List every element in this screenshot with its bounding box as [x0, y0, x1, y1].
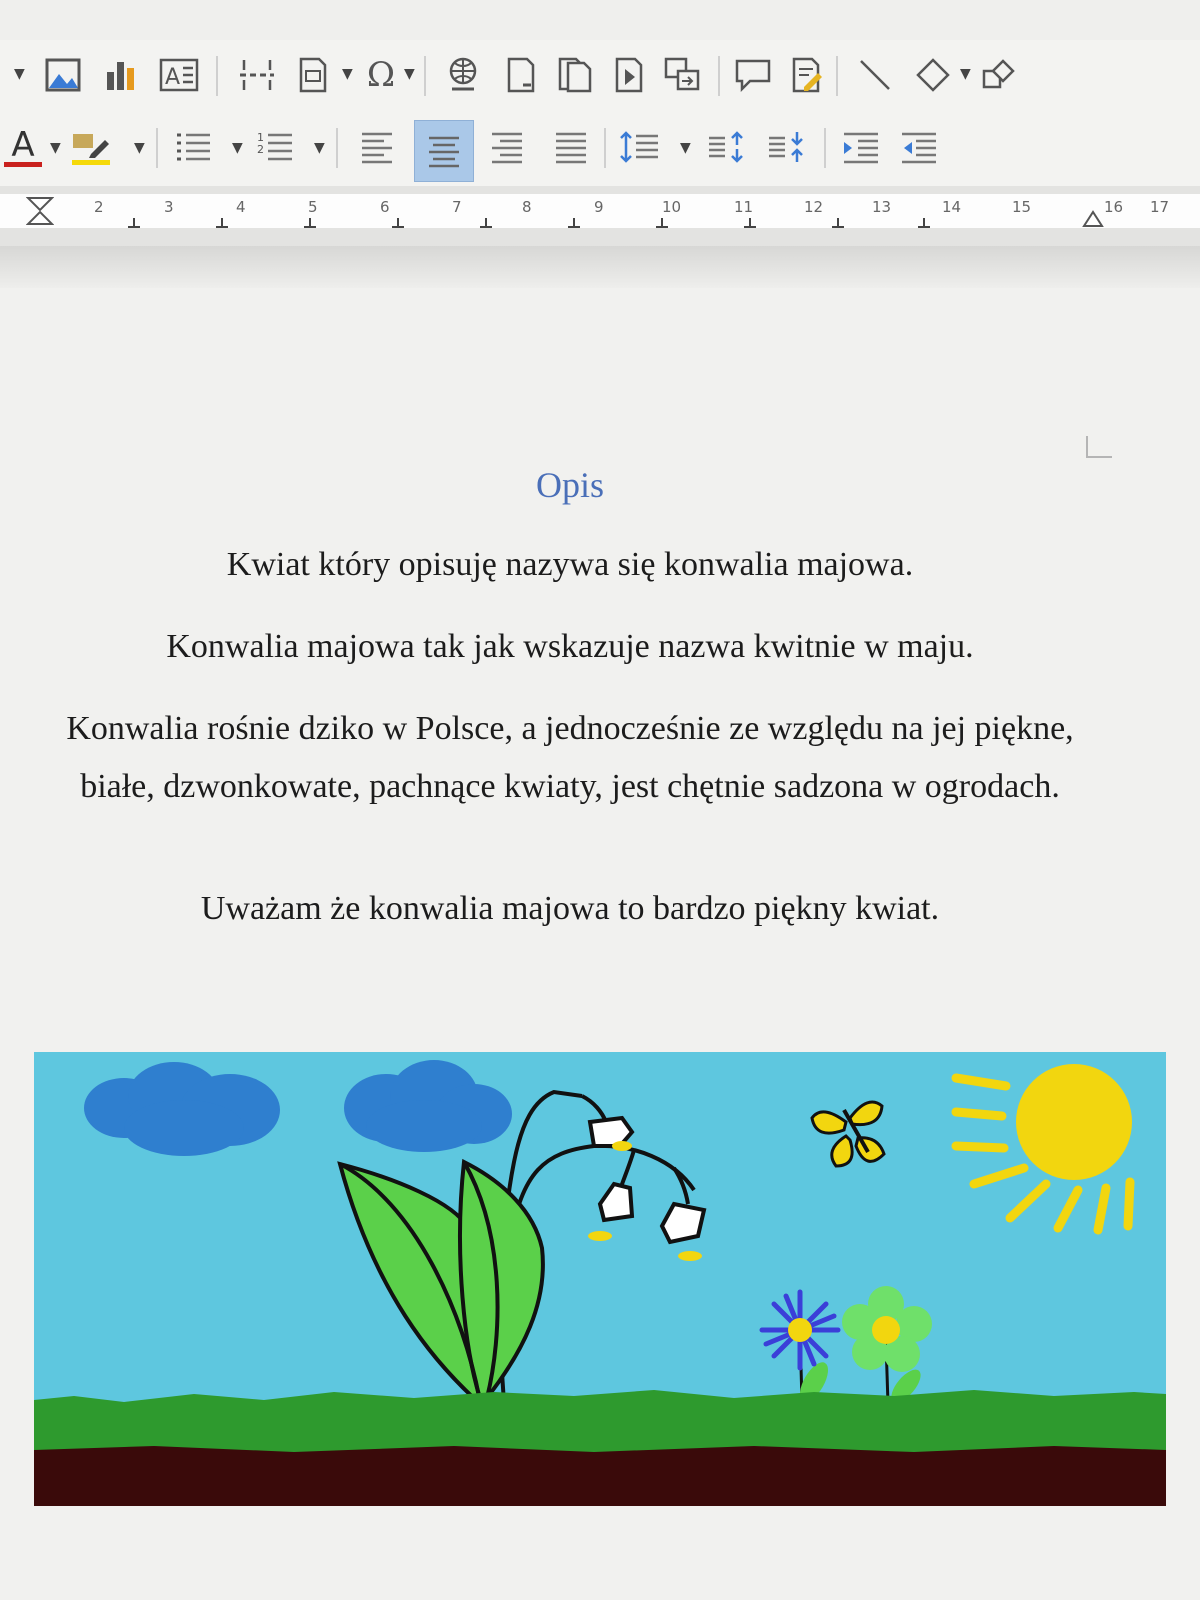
ruler-number: 9: [594, 198, 604, 216]
document-page[interactable]: Opis Kwiat który opisuję nazywa się konw…: [0, 288, 1200, 1600]
tab-stop-icon[interactable]: [128, 218, 140, 228]
right-indent-marker-icon[interactable]: [1082, 198, 1104, 232]
bookmark-icon[interactable]: [606, 50, 652, 100]
text-boundary-corner: [1086, 436, 1112, 458]
decrease-paragraph-spacing-icon[interactable]: [764, 122, 810, 172]
ruler-number: 2: [94, 198, 104, 216]
paragraph[interactable]: Konwalia rośnie dziko w Polsce, a jednoc…: [40, 700, 1100, 816]
page-shadow: [0, 246, 1200, 288]
flower-picture[interactable]: [34, 1052, 1166, 1506]
indent-marker-icon[interactable]: [25, 196, 55, 232]
align-left-icon[interactable]: [354, 122, 400, 172]
line-icon[interactable]: [852, 50, 898, 100]
toolbar-separator: [424, 56, 426, 96]
chart-icon[interactable]: [98, 50, 144, 100]
tab-stop-icon[interactable]: [216, 218, 228, 228]
increase-indent-icon[interactable]: [838, 122, 884, 172]
chevron-down-icon[interactable]: ▼: [404, 66, 415, 82]
align-right-icon[interactable]: [484, 122, 530, 172]
ruler-number: 13: [872, 198, 892, 216]
toolbar-separator: [718, 56, 720, 96]
ruler-number: 14: [942, 198, 962, 216]
ruler-number: 3: [164, 198, 174, 216]
toolbar-separator: [216, 56, 218, 96]
ruler-number: 16: [1104, 198, 1124, 216]
draw-icon[interactable]: [976, 50, 1022, 100]
tab-stop-icon[interactable]: [832, 218, 844, 228]
formatting-toolbar: A ▼ ▼ ▼ 12 ▼ ▼: [0, 112, 1200, 186]
basic-shapes-icon[interactable]: [910, 50, 956, 100]
toolbar-separator: [336, 128, 338, 168]
toolbar-separator: [836, 56, 838, 96]
insert-toolbar: ▼ A ▼ Ω ▼ ▼: [0, 40, 1200, 112]
endnote-icon[interactable]: [552, 50, 598, 100]
toolbar-separator: [156, 128, 158, 168]
align-center-icon[interactable]: [414, 120, 474, 182]
justify-icon[interactable]: [548, 122, 594, 172]
ruler-number: 12: [804, 198, 824, 216]
chevron-down-icon[interactable]: ▼: [314, 140, 325, 156]
ordered-list-icon[interactable]: 12: [252, 122, 298, 172]
tab-stop-icon[interactable]: [918, 218, 930, 228]
ruler-number: 17: [1150, 198, 1170, 216]
chevron-down-icon[interactable]: ▼: [14, 66, 25, 82]
chevron-down-icon[interactable]: ▼: [960, 66, 971, 82]
tab-stop-icon[interactable]: [392, 218, 404, 228]
chevron-down-icon[interactable]: ▼: [134, 140, 145, 156]
chevron-down-icon[interactable]: ▼: [680, 140, 691, 156]
tab-stop-icon[interactable]: [480, 218, 492, 228]
tab-stop-icon[interactable]: [744, 218, 756, 228]
cross-reference-icon[interactable]: [660, 50, 706, 100]
special-character-icon[interactable]: Ω: [358, 50, 404, 100]
chevron-down-icon[interactable]: ▼: [232, 140, 243, 156]
svg-text:A: A: [165, 65, 180, 90]
tab-stop-icon[interactable]: [656, 218, 668, 228]
tab-stop-icon[interactable]: [568, 218, 580, 228]
ruler-number: 11: [734, 198, 754, 216]
footnote-icon[interactable]: [498, 50, 544, 100]
toolbar-separator: [824, 128, 826, 168]
textbox-icon[interactable]: A: [156, 50, 202, 100]
line-spacing-icon[interactable]: [616, 122, 662, 172]
ruler-number: 6: [380, 198, 390, 216]
chevron-down-icon[interactable]: ▼: [342, 66, 353, 82]
page-break-icon[interactable]: [234, 50, 280, 100]
hyperlink-icon[interactable]: [440, 50, 486, 100]
document-title[interactable]: Opis: [0, 464, 1140, 506]
unordered-list-icon[interactable]: [170, 122, 216, 172]
ruler-number: 7: [452, 198, 462, 216]
field-icon[interactable]: [290, 50, 336, 100]
image-icon[interactable]: [40, 50, 86, 100]
paragraph[interactable]: Konwalia majowa tak jak wskazuje nazwa k…: [40, 618, 1100, 676]
ruler-number: 15: [1012, 198, 1032, 216]
ruler-number: 5: [308, 198, 318, 216]
ruler-number: 10: [662, 198, 682, 216]
decrease-indent-icon[interactable]: [896, 122, 942, 172]
paragraph[interactable]: Uważam że konwalia majowa to bardzo pięk…: [40, 880, 1100, 938]
comment-icon[interactable]: [730, 50, 776, 100]
svg-text:2: 2: [257, 143, 264, 156]
ruler-number: 4: [236, 198, 246, 216]
paragraph[interactable]: Kwiat który opisuję nazywa się konwalia …: [40, 536, 1100, 594]
ruler-number: 8: [522, 198, 532, 216]
chevron-down-icon[interactable]: ▼: [50, 140, 61, 156]
tab-stop-icon[interactable]: [304, 218, 316, 228]
track-changes-icon[interactable]: [784, 50, 830, 100]
font-color-icon[interactable]: A: [0, 122, 46, 172]
toolbar-separator: [604, 128, 606, 168]
horizontal-ruler[interactable]: 2 3 4 5 6 7 8 9 10 11 12 13 14 15 16 17: [0, 186, 1200, 247]
soil: [34, 1446, 1166, 1506]
increase-paragraph-spacing-icon[interactable]: [704, 122, 750, 172]
highlight-icon[interactable]: [68, 122, 114, 172]
